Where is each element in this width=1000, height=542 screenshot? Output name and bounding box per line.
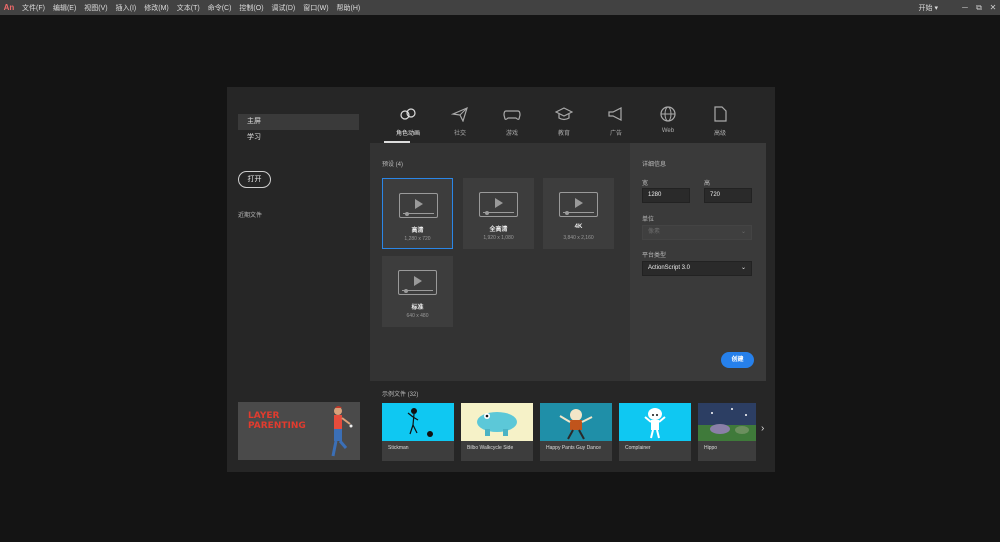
platform-value: ActionScript 3.0 [648, 265, 691, 271]
sample-thumbnail [540, 403, 612, 441]
recent-files-label: 近期文件 [238, 213, 263, 219]
sample-card-complainer[interactable]: Complainer [619, 403, 691, 461]
tab-social[interactable]: 社交 [434, 104, 486, 137]
sample-thumbnail [461, 403, 533, 441]
sample-thumbnail [619, 403, 691, 441]
megaphone-icon [590, 104, 642, 124]
left-nav: 主屏 学习 [238, 114, 359, 146]
app-logo: An [3, 3, 15, 12]
preset-resolution: 3,840 x 2,160 [563, 235, 594, 241]
presets-title: 预设 (4) [382, 162, 404, 168]
details-title: 详细信息 [642, 162, 667, 168]
preset-resolution: 1,920 x 1,080 [483, 235, 514, 241]
video-icon [399, 193, 438, 218]
height-label: 高 [704, 181, 711, 187]
units-value: 像素 [648, 229, 661, 235]
nav-item-home[interactable]: 主屏 [238, 114, 359, 130]
tab-education[interactable]: 教育 [538, 104, 590, 137]
preset-name: 高清 [411, 228, 424, 234]
tab-character-animation[interactable]: 角色动画 [382, 104, 434, 143]
menu-edit[interactable]: 编辑(E) [49, 3, 80, 13]
menu-modify[interactable]: 修改(M) [140, 3, 173, 13]
sample-card-bilbo[interactable]: Bilbo Walkcycle Side [461, 403, 533, 461]
sample-thumbnail [698, 403, 756, 441]
menu-insert[interactable]: 插入(I) [112, 3, 141, 13]
sample-label: Complainer [625, 445, 651, 451]
tab-web[interactable]: Web [642, 104, 694, 137]
tab-advanced[interactable]: 高级 [694, 104, 746, 137]
preset-card-4k[interactable]: 4K 3,840 x 2,160 [543, 178, 614, 249]
preset-card-hd[interactable]: 高清 1,280 x 720 [382, 178, 453, 249]
preset-name: 4K [574, 224, 583, 230]
sample-label: Happy Pants Guy Dance [546, 445, 602, 451]
menu-help[interactable]: 帮助(H) [333, 3, 365, 13]
samples-title: 示例文件 (32) [382, 392, 419, 398]
start-dialog: 主屏 学习 打开 近期文件 LAYER PARENTING 角色动画 社交 游戏… [227, 87, 775, 472]
preset-resolution: 640 x 480 [406, 313, 429, 319]
chevron-right-icon[interactable]: › [761, 423, 764, 434]
tab-games[interactable]: 游戏 [486, 104, 538, 137]
paper-plane-icon [434, 104, 486, 124]
character-animation-icon [382, 104, 434, 124]
gamepad-icon [486, 104, 538, 124]
tab-label: 游戏 [505, 131, 518, 137]
sample-label: Hippo [704, 445, 718, 451]
nav-item-learn[interactable]: 学习 [238, 130, 359, 146]
sample-card-stickman[interactable]: Stickman [382, 403, 454, 461]
preset-card-standard[interactable]: 标准 640 x 480 [382, 256, 453, 327]
sample-label: Bilbo Walkcycle Side [467, 445, 514, 451]
preset-resolution: 1,280 x 720 [404, 236, 431, 242]
preset-name: 标准 [411, 305, 424, 311]
tab-advertising[interactable]: 广告 [590, 104, 642, 137]
width-field[interactable]: 1280 [642, 188, 690, 203]
sample-thumbnail [382, 403, 454, 441]
video-icon [479, 192, 518, 217]
menu-bar: An 文件(F) 编辑(E) 视图(V) 插入(I) 修改(M) 文本(T) 命… [0, 0, 1000, 15]
details-panel: 详细信息 宽 1280 高 720 单位 像素 ⌄ 平台类型 ActionScr… [630, 143, 766, 381]
preset-name: 全高清 [489, 227, 508, 233]
workspace-label: 开始 [918, 4, 933, 12]
platform-label: 平台类型 [642, 253, 667, 259]
width-label: 宽 [642, 181, 649, 187]
menu-debug[interactable]: 调试(D) [268, 3, 300, 13]
tab-label: 角色动画 [395, 131, 420, 137]
chevron-down-icon: ⌄ [740, 265, 746, 271]
units-label: 单位 [642, 217, 655, 223]
sample-card-hippo[interactable]: Hippo [698, 403, 756, 461]
minimize-icon[interactable]: ─ [958, 3, 972, 12]
graduation-cap-icon [538, 104, 590, 124]
tab-label: Web [661, 128, 675, 134]
chevron-down-icon: ▾ [934, 4, 938, 12]
menu-commands[interactable]: 命令(C) [204, 3, 236, 13]
close-icon[interactable]: ✕ [986, 3, 1000, 12]
video-icon [398, 270, 437, 295]
tab-label: 社交 [453, 131, 466, 137]
category-tabs: 角色动画 社交 游戏 教育 广告 Web 高级 [382, 104, 746, 143]
character-illustration [331, 406, 353, 457]
preset-card-full-hd[interactable]: 全高清 1,920 x 1,080 [463, 178, 534, 249]
platform-select[interactable]: ActionScript 3.0 ⌄ [642, 261, 752, 276]
video-icon [559, 192, 598, 217]
chevron-down-icon: ⌄ [740, 229, 746, 235]
units-select: 像素 ⌄ [642, 225, 752, 240]
menu-control[interactable]: 控制(O) [235, 3, 267, 13]
restore-icon[interactable]: ⧉ [972, 3, 986, 13]
menu-text[interactable]: 文本(T) [173, 3, 204, 13]
tab-label: 高级 [713, 131, 726, 137]
height-field[interactable]: 720 [704, 188, 752, 203]
presets-panel: 预设 (4) 高清 1,280 x 720 全高清 1,920 x 1,080 … [370, 143, 630, 381]
sample-card-happy-pants[interactable]: Happy Pants Guy Dance [540, 403, 612, 461]
create-button[interactable]: 创建 [721, 352, 754, 368]
globe-icon [642, 104, 694, 124]
document-icon [694, 104, 746, 124]
workspace-switcher[interactable]: 开始 ▾ [919, 3, 938, 13]
menu-view[interactable]: 视图(V) [80, 3, 111, 13]
tab-label: 广告 [609, 131, 622, 137]
sample-label: Stickman [388, 445, 409, 451]
menu-file[interactable]: 文件(F) [18, 3, 49, 13]
promo-layer-parenting[interactable]: LAYER PARENTING [238, 402, 360, 460]
open-button[interactable]: 打开 [238, 171, 271, 188]
menu-window[interactable]: 窗口(W) [299, 3, 332, 13]
tab-label: 教育 [557, 131, 570, 137]
